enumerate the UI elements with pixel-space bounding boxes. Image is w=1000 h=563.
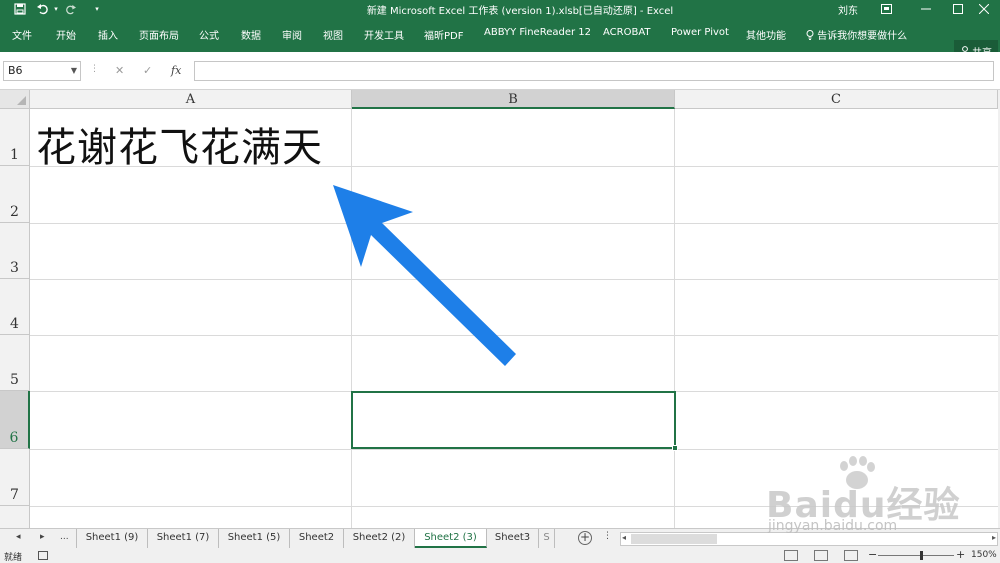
sheet-more-icon[interactable]: ... (60, 532, 69, 542)
sheet-tab[interactable]: Sheet2 (290, 529, 344, 548)
baidu-watermark: Baidu经验 jingyan.baidu.com (756, 456, 959, 542)
redo-icon[interactable] (64, 1, 76, 17)
row-number: 2 (10, 204, 19, 220)
gridline (30, 449, 998, 450)
undo-dropdown-icon[interactable]: ▾ (52, 1, 60, 17)
select-all-button[interactable] (0, 90, 30, 109)
selected-cell-b6[interactable] (351, 391, 678, 451)
formula-bar: B6 ▼ ⋮ ✕ ✓ fx (0, 52, 1000, 90)
tab-page-layout[interactable]: 页面布局 (139, 27, 179, 42)
enter-icon[interactable]: ✓ (143, 64, 152, 77)
window-title: 新建 Microsoft Excel 工作表 (version 1).xlsb[… (366, 6, 674, 17)
row-header-5[interactable]: 5 (0, 335, 30, 391)
sheet-tab[interactable]: Sheet1 (5) (219, 529, 290, 548)
tab-abbyy-finereader[interactable]: ABBYY FineReader 12 (484, 27, 591, 38)
tab-developer[interactable]: 开发工具 (364, 27, 404, 42)
select-all-triangle-icon (17, 96, 26, 105)
row-number: 3 (10, 260, 19, 276)
sheet-tab-partial[interactable]: S (539, 529, 555, 548)
sheet-tab[interactable]: Sheet2 (2) (344, 529, 415, 548)
close-icon[interactable] (968, 0, 1000, 18)
scroll-right-icon[interactable]: ▸ (992, 533, 996, 542)
sheet-tab[interactable]: Sheet3 (487, 529, 539, 548)
page-break-view-icon[interactable] (844, 550, 858, 561)
watermark-url: jingyan.baidu.com (768, 518, 898, 534)
chevron-down-icon[interactable]: ▼ (71, 62, 77, 80)
zoom-out-icon[interactable]: − (868, 548, 877, 561)
macro-record-icon[interactable] (38, 551, 48, 560)
row-number: 7 (10, 487, 19, 503)
column-header-c[interactable]: C (675, 90, 998, 109)
tab-formulas[interactable]: 公式 (199, 27, 219, 42)
sheet-tab[interactable]: Sheet1 (9) (76, 529, 148, 548)
tell-me-text: 告诉我你想要做什么 (817, 31, 908, 42)
zoom-slider[interactable] (878, 551, 954, 560)
tab-acrobat[interactable]: ACROBAT (603, 27, 651, 38)
save-icon[interactable] (12, 1, 28, 17)
row-number: 4 (10, 316, 19, 332)
name-box[interactable]: B6 ▼ (3, 61, 81, 81)
gridline (674, 109, 675, 528)
lightbulb-icon (806, 30, 814, 40)
zoom-slider-thumb[interactable] (920, 551, 923, 560)
row-header-1[interactable]: 1 (0, 109, 30, 166)
normal-view-icon[interactable] (784, 550, 798, 561)
row-header-8[interactable] (0, 506, 30, 528)
ribbon-display-options-icon[interactable] (870, 0, 902, 18)
row-number: 1 (10, 147, 19, 163)
row-header-6[interactable]: 6 (0, 391, 30, 449)
sheet-tab[interactable]: Sheet1 (7) (148, 529, 219, 548)
tab-home[interactable]: 开始 (56, 27, 76, 42)
row-header-7[interactable]: 7 (0, 449, 30, 506)
scroll-thumb[interactable] (631, 534, 717, 544)
sheet-next-icon[interactable]: ▸ (40, 532, 45, 542)
title-bar: ▾ ▾ 新建 Microsoft Excel 工作表 (version 1).x… (0, 0, 1000, 18)
more-options-icon[interactable]: ⋮ (90, 64, 99, 74)
name-box-value: B6 (8, 64, 23, 77)
row-number: 5 (10, 372, 19, 388)
column-header-b[interactable]: B (352, 90, 675, 109)
tell-me-box[interactable]: 告诉我你想要做什么 (806, 27, 907, 42)
add-sheet-icon[interactable]: + (578, 531, 592, 545)
tab-review[interactable]: 审阅 (282, 27, 302, 42)
sheet-prev-icon[interactable]: ◂ (16, 532, 21, 542)
row-header-3[interactable]: 3 (0, 223, 30, 279)
minimize-icon[interactable] (910, 0, 942, 18)
row-header-4[interactable]: 4 (0, 279, 30, 335)
customize-qat-icon[interactable]: ▾ (92, 1, 102, 17)
fill-handle[interactable] (672, 445, 678, 451)
arrow-shape (333, 185, 516, 366)
row-number: 6 (9, 430, 19, 446)
tab-data[interactable]: 数据 (241, 27, 261, 42)
tab-power-pivot[interactable]: Power Pivot (671, 27, 729, 38)
column-header-a[interactable]: A (30, 90, 352, 109)
user-name[interactable]: 刘东 (838, 2, 858, 17)
page-layout-view-icon[interactable] (814, 550, 828, 561)
tab-view[interactable]: 视图 (323, 27, 343, 42)
tab-insert[interactable]: 插入 (98, 27, 118, 42)
zoom-level[interactable]: 150% (971, 550, 997, 560)
tab-foxit-pdf[interactable]: 福昕PDF (424, 27, 463, 42)
tab-split-icon[interactable]: ⋮ (603, 531, 612, 541)
cancel-icon[interactable]: ✕ (115, 64, 124, 77)
insert-function-icon[interactable]: fx (171, 64, 181, 77)
status-ready: 就绪 (4, 553, 23, 563)
scroll-left-icon[interactable]: ◂ (622, 533, 626, 542)
tab-other-functions[interactable]: 其他功能 (746, 27, 786, 42)
cell-a1[interactable]: 花谢花飞花满天 (36, 115, 323, 173)
status-bar: 就绪 − + 150% (0, 548, 1000, 563)
zoom-in-icon[interactable]: + (956, 548, 965, 561)
formula-input[interactable] (194, 61, 994, 81)
excel-window: ▾ ▾ 新建 Microsoft Excel 工作表 (version 1).x… (0, 0, 1000, 563)
sheet-tab-active[interactable]: Sheet2 (3) (415, 529, 487, 548)
row-header-2[interactable]: 2 (0, 166, 30, 223)
annotation-arrow (333, 185, 516, 366)
ribbon-tabs: 文件 开始 插入 页面布局 公式 数据 审阅 视图 开发工具 福昕PDF ABB… (0, 18, 1000, 62)
undo-icon[interactable] (36, 1, 50, 17)
tab-file[interactable]: 文件 (12, 27, 32, 42)
